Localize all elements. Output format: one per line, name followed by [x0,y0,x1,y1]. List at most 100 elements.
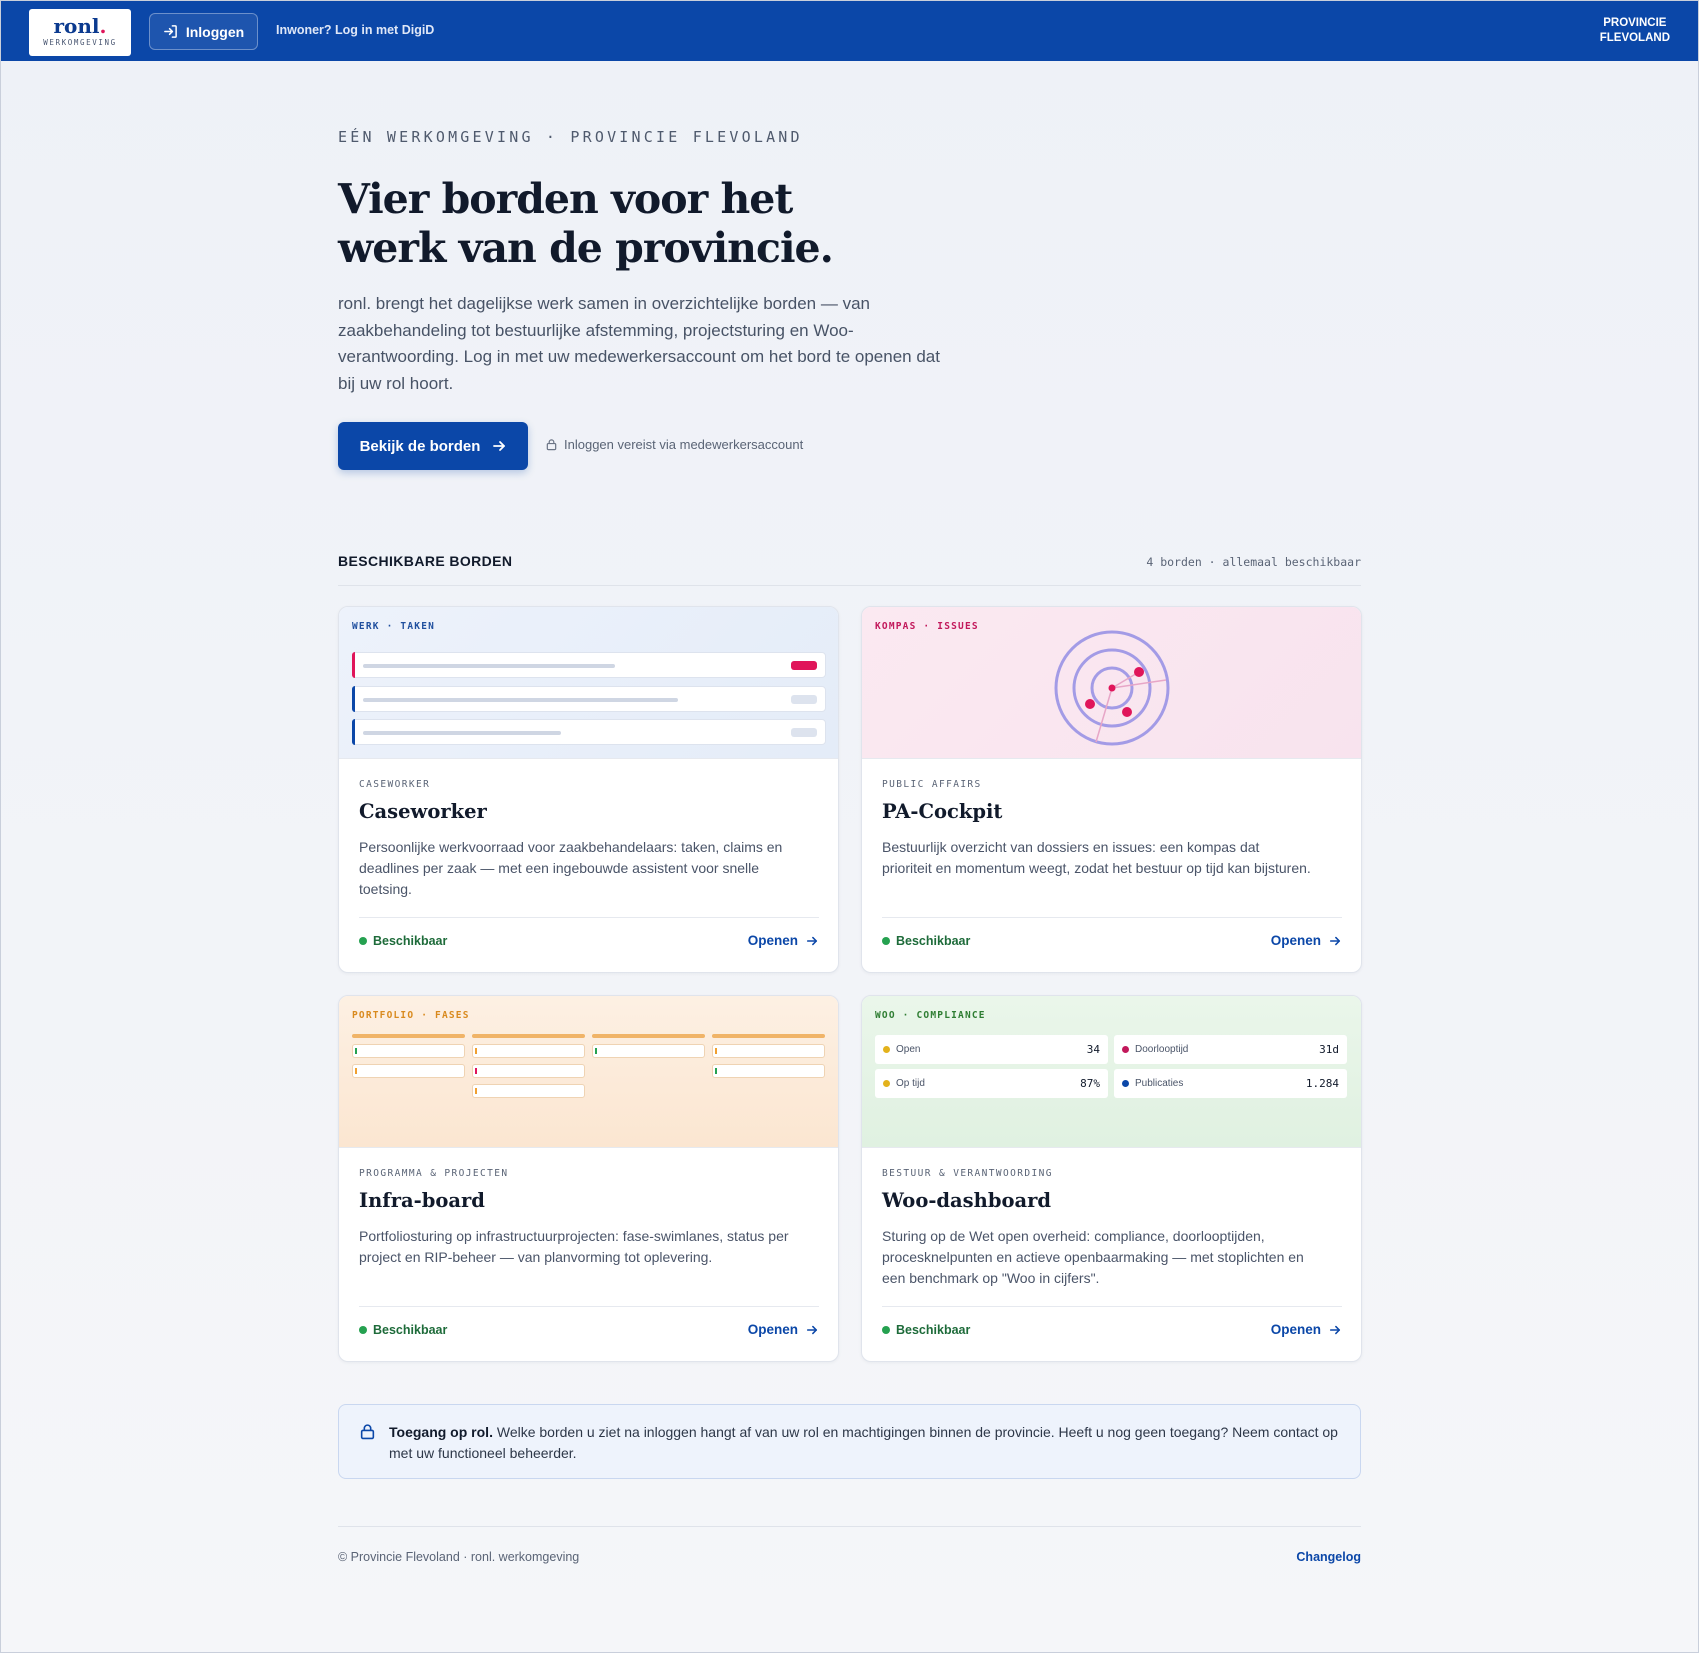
page-title-line-1: Vier borden voor het [338,175,793,223]
board-category: CASEWORKER [359,779,431,790]
status-label: Beschikbaar [896,934,971,948]
province-label: PROVINCIE FLEVOLAND [1600,16,1670,46]
card-divider [359,917,819,918]
section-divider [338,585,1361,586]
kpi-tile: Op tijd 87% [875,1069,1108,1098]
status-dot-icon [882,937,890,945]
arrow-right-icon [1329,936,1341,945]
compass-radar-icon [1054,630,1170,746]
board-tag: PORTFOLIO · FASES [352,1010,470,1021]
card-divider [882,1306,1342,1307]
status-label: Beschikbaar [373,934,448,948]
arrow-right-icon [806,936,818,945]
status-badge: Beschikbaar [359,1323,447,1337]
status-dot-icon [882,1326,890,1334]
province-line-1: PROVINCIE [1603,17,1667,29]
kpi-value: 1.284 [1305,1077,1339,1090]
card-divider [882,917,1342,918]
access-notice-text: Toegang op rol. Welke borden u ziet na i… [389,1422,1339,1464]
login-required-note: Inloggen vereist via medewerkersaccount [545,437,803,452]
board-title: Infra-board [359,1189,485,1212]
open-board-link[interactable]: Openen [748,1322,818,1337]
arrow-right-icon [806,1325,818,1334]
board-description: Persoonlijke werkvoorraad voor zaakbehan… [359,839,783,897]
logo[interactable]: ronl. WERKOMGEVING [29,9,131,56]
login-button[interactable]: Inloggen [149,13,258,50]
board-category: PUBLIC AFFAIRS [882,779,982,790]
logo-subtitle: WERKOMGEVING [43,38,117,47]
kpi-label: Open [896,1044,921,1055]
view-boards-button[interactable]: Bekijk de borden [338,422,528,470]
board-title: Caseworker [359,800,487,823]
board-description: Sturing op de Wet open overheid: complia… [882,1228,1304,1286]
digid-link[interactable]: Inwoner? Log in met DigiD [276,23,434,37]
preview-lane [472,1034,585,1098]
footer-copyright: © Provincie Flevoland · ronl. werkomgevi… [338,1550,580,1564]
open-label: Openen [747,1322,798,1337]
page-title-line-2: werk van de provincie. [338,224,834,272]
open-label: Openen [747,933,798,948]
status-badge: Beschikbaar [882,934,970,948]
preview-task-row [352,686,826,712]
preview-lane [592,1034,705,1058]
login-label: Inloggen [185,23,245,40]
open-label: Openen [1270,1322,1321,1337]
preview-lane [352,1034,465,1078]
board-category: PROGRAMMA & PROJECTEN [359,1168,509,1179]
hero-intro: ronl. brengt het dagelijkse werk samen i… [338,294,940,393]
board-description: Portfoliosturing op infrastructuurprojec… [359,1228,789,1265]
access-notice-body: Welke borden u ziet na inloggen hangt af… [389,1424,1338,1461]
kpi-value: 87% [1080,1077,1100,1090]
logo-word: ronl [53,14,100,38]
open-board-link[interactable]: Openen [748,933,818,948]
status-dot-icon [359,937,367,945]
board-description: Bestuurlijk overzicht van dossiers en is… [882,839,1311,876]
kpi-label: Doorlooptijd [1135,1044,1189,1055]
open-board-link[interactable]: Openen [1271,933,1341,948]
board-preview-tasks: WERK · TAKEN [339,607,838,759]
top-bar: ronl. WERKOMGEVING Inloggen Inwoner? Log… [1,1,1698,61]
status-label: Beschikbaar [896,1323,971,1337]
board-preview-compass: KOMPAS · ISSUES [862,607,1361,759]
card-divider [359,1306,819,1307]
board-title: PA-Cockpit [882,800,1003,823]
hero-eyebrow: EÉN WERKOMGEVING · PROVINCIE FLEVOLAND [338,128,803,146]
status-badge: Beschikbaar [359,934,447,948]
login-icon [163,25,177,38]
kpi-label: Op tijd [896,1078,925,1089]
login-required-text: Inloggen vereist via medewerkersaccount [564,437,804,452]
access-notice: Toegang op rol. Welke borden u ziet na i… [338,1404,1361,1479]
status-label: Beschikbaar [373,1323,448,1337]
board-card-infra-board[interactable]: PORTFOLIO · FASES PROGRAMMA & PROJECTEN … [338,995,839,1362]
access-notice-lead: Toegang op rol. [389,1424,493,1440]
arrow-right-icon [493,441,506,451]
lock-icon [360,1424,375,1440]
footer-divider [338,1526,1361,1527]
board-card-caseworker[interactable]: WERK · TAKEN CASEWORKER Caseworker Perso… [338,606,839,973]
open-board-link[interactable]: Openen [1271,1322,1341,1337]
preview-lane [712,1034,825,1078]
board-preview-kpis: WOO · COMPLIANCE Open 34 Doorlooptijd 31… [862,996,1361,1148]
lock-icon [546,439,557,451]
kpi-tile: Publicaties 1.284 [1114,1069,1347,1098]
section-meta: 4 borden · allemaal beschikbaar [1146,555,1361,569]
board-category: BESTUUR & VERANTWOORDING [882,1168,1053,1179]
kpi-dot-icon [1122,1046,1129,1053]
province-line-2: FLEVOLAND [1599,32,1670,44]
kpi-dot-icon [1122,1080,1129,1087]
kpi-tile: Doorlooptijd 31d [1114,1035,1347,1064]
preview-task-row [352,652,826,678]
section-title: BESCHIKBARE BORDEN [338,553,513,569]
arrow-right-icon [1329,1325,1341,1334]
board-tag: WERK · TAKEN [352,621,436,632]
kpi-dot-icon [883,1046,890,1053]
board-card-woo-dashboard[interactable]: WOO · COMPLIANCE Open 34 Doorlooptijd 31… [861,995,1362,1362]
board-card-pa-cockpit[interactable]: KOMPAS · ISSUES PUBLIC AFFAIRS PA-Cockpi… [861,606,1362,973]
view-boards-label: Bekijk de borden [359,437,481,455]
kpi-value: 31d [1319,1043,1339,1056]
board-preview-swimlanes: PORTFOLIO · FASES [339,996,838,1148]
changelog-link[interactable]: Changelog [1296,1550,1361,1564]
board-tag: WOO · COMPLIANCE [875,1010,986,1021]
open-label: Openen [1270,933,1321,948]
kpi-dot-icon [883,1080,890,1087]
